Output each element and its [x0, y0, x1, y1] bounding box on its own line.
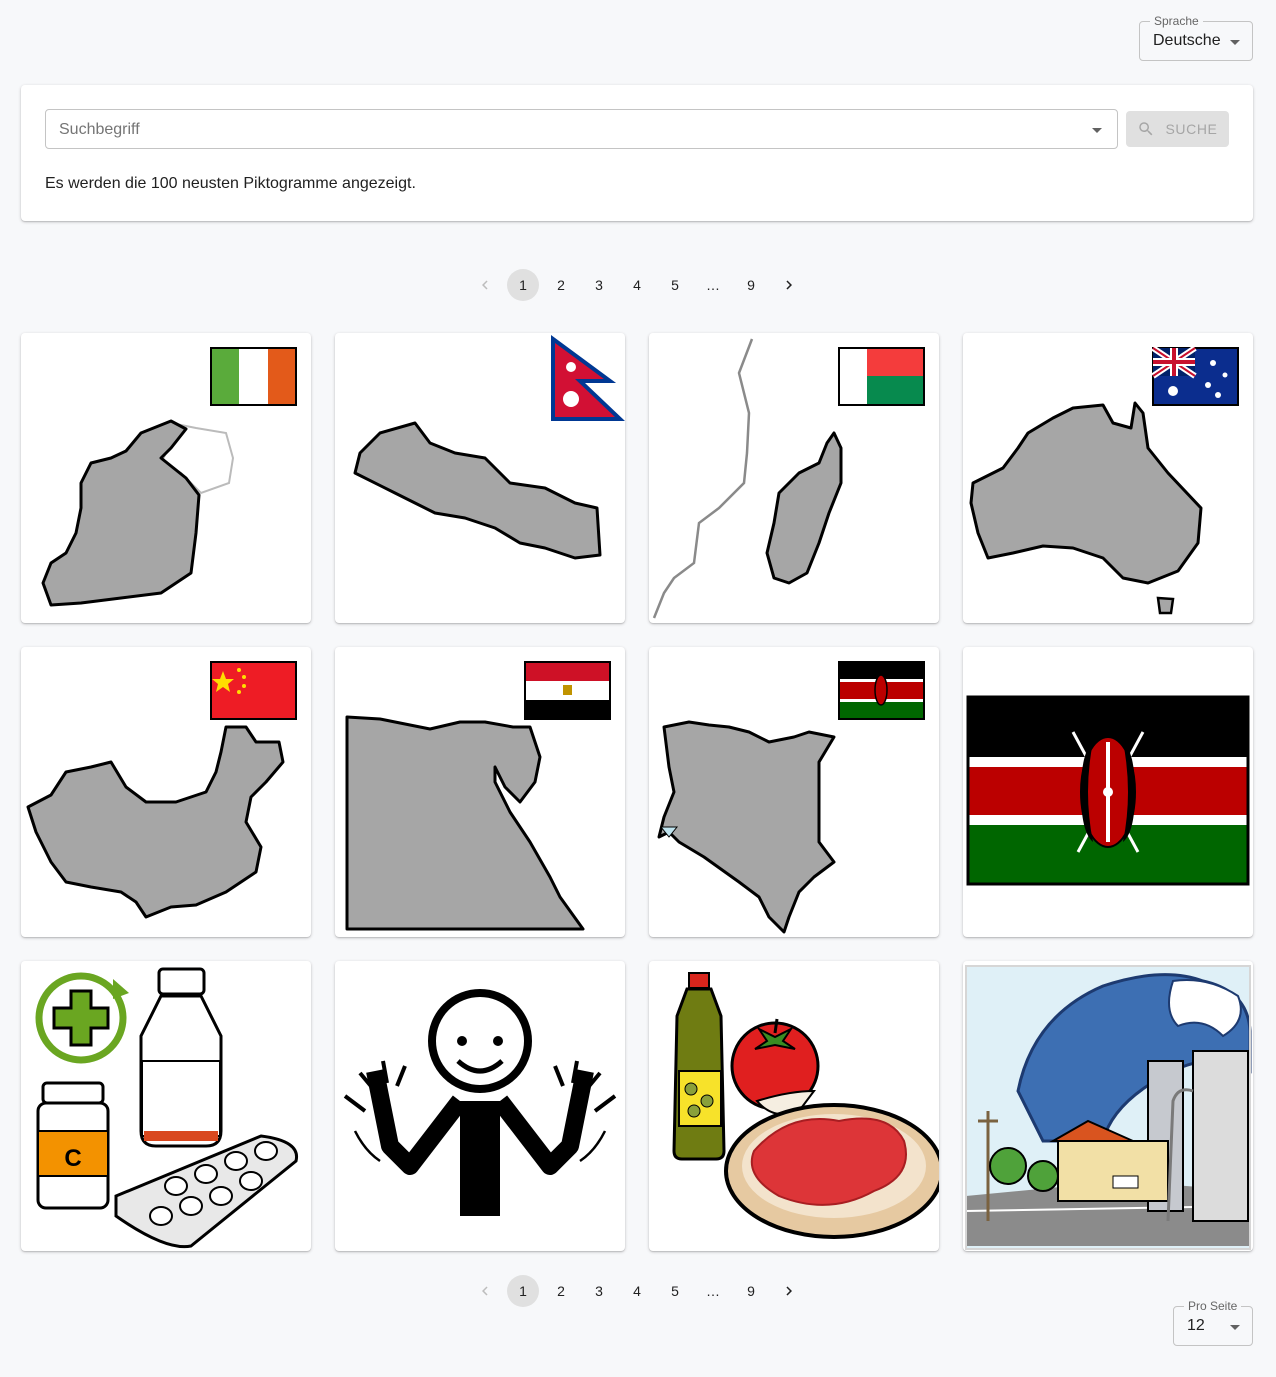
- page-button[interactable]: 2: [545, 269, 577, 301]
- ireland-map-icon: [41, 347, 297, 607]
- page-button[interactable]: 5: [659, 1275, 691, 1307]
- page-ellipsis: …: [706, 1283, 720, 1299]
- page-button[interactable]: 4: [621, 1275, 653, 1307]
- page-button[interactable]: 1: [507, 269, 539, 301]
- pictogram-card[interactable]: [21, 647, 311, 937]
- language-select-label: Sprache: [1150, 14, 1203, 28]
- search-input[interactable]: Suchbegriff: [45, 109, 1118, 149]
- egypt-map-icon: [345, 661, 611, 931]
- pictogram-card[interactable]: [649, 961, 939, 1251]
- pictogram-card[interactable]: [963, 961, 1253, 1251]
- per-page-select[interactable]: Pro Seite 12: [1173, 1299, 1253, 1346]
- search-icon: [1139, 122, 1153, 136]
- kenya-flag-icon: [966, 695, 1250, 886]
- pagination-top: 1 2 3 4 5 … 9: [466, 269, 808, 301]
- previous-page-button[interactable]: [469, 269, 501, 301]
- page-button[interactable]: 2: [545, 1275, 577, 1307]
- pictogram-card[interactable]: [335, 647, 625, 937]
- chevron-down-icon: [1230, 40, 1240, 45]
- page-button[interactable]: 3: [583, 1275, 615, 1307]
- madagascar-map-icon: [652, 338, 925, 619]
- happy-person-icon: [343, 989, 617, 1216]
- previous-page-button[interactable]: [469, 1275, 501, 1307]
- search-button[interactable]: Suche: [1126, 111, 1229, 147]
- svg-text:C: C: [64, 1145, 81, 1172]
- australia-map-icon: [969, 345, 1239, 615]
- page-button[interactable]: 9: [735, 269, 767, 301]
- chevron-down-icon: [1230, 1325, 1240, 1330]
- next-page-button[interactable]: [773, 269, 805, 301]
- pictogram-card[interactable]: [335, 961, 625, 1251]
- pictogram-card[interactable]: [963, 333, 1253, 623]
- medicine-icon: C: [35, 967, 299, 1249]
- chevron-down-icon: [1092, 128, 1102, 133]
- page-button[interactable]: 4: [621, 269, 653, 301]
- chevron-right-icon: [786, 280, 792, 290]
- chevron-left-icon: [482, 1286, 488, 1296]
- per-page-label: Pro Seite: [1184, 1299, 1242, 1313]
- tomato-bread-icon: [672, 972, 939, 1239]
- per-page-value: 12: [1187, 1317, 1205, 1334]
- search-placeholder: Suchbegriff: [59, 121, 140, 138]
- page-button[interactable]: 9: [735, 1275, 767, 1307]
- pictogram-card[interactable]: [21, 333, 311, 623]
- results-info: Es werden die 100 neusten Piktogramme an…: [45, 175, 416, 192]
- tsunami-icon: [965, 965, 1252, 1250]
- pictogram-card[interactable]: [963, 647, 1253, 937]
- chevron-left-icon: [482, 280, 488, 290]
- china-map-icon: [26, 661, 297, 919]
- page-button[interactable]: 3: [583, 269, 615, 301]
- next-page-button[interactable]: [773, 1275, 805, 1307]
- pictogram-card[interactable]: [335, 333, 625, 623]
- nepal-map-icon: [353, 335, 625, 560]
- page-button[interactable]: 5: [659, 269, 691, 301]
- pictogram-card[interactable]: [649, 333, 939, 623]
- kenya-map-icon: [657, 661, 925, 934]
- language-select[interactable]: Sprache Deutsche: [1139, 14, 1253, 61]
- page-ellipsis: …: [706, 277, 720, 293]
- chevron-right-icon: [786, 1286, 792, 1296]
- page-button[interactable]: 1: [507, 1275, 539, 1307]
- search-button-label: Suche: [1165, 121, 1218, 137]
- pictogram-card[interactable]: C: [21, 961, 311, 1251]
- pictogram-card[interactable]: [649, 647, 939, 937]
- search-card: Suchbegriff Suche Es werden die 100 neus…: [21, 85, 1253, 221]
- language-select-value: Deutsche: [1153, 32, 1221, 49]
- pagination-bottom: 1 2 3 4 5 … 9: [466, 1275, 808, 1307]
